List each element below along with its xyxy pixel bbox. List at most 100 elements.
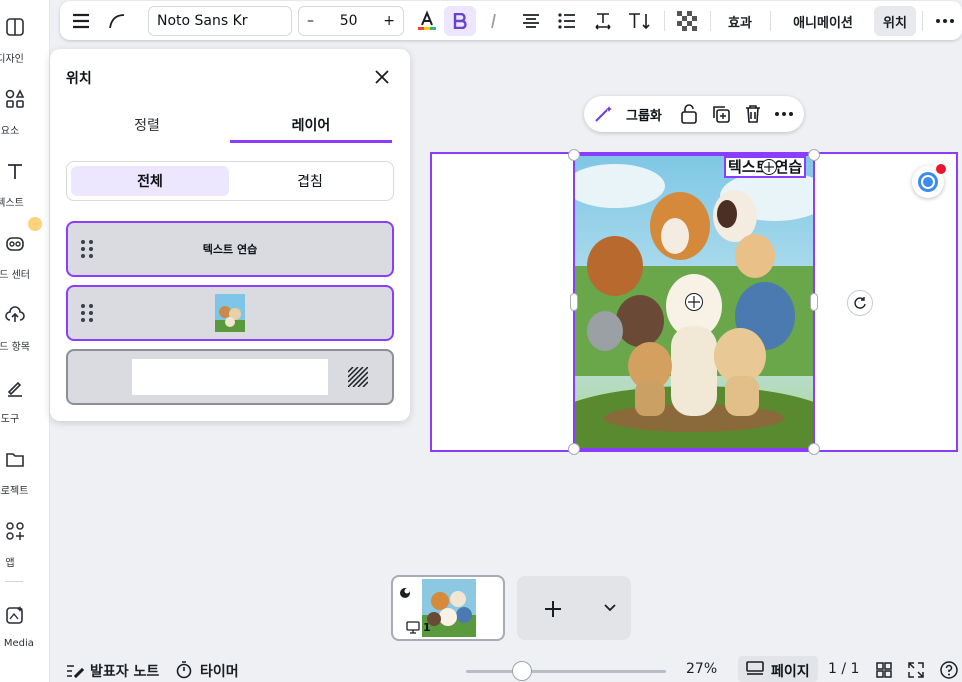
page-thumbnail[interactable]: 1 [391,575,505,641]
effects-button[interactable]: 효과 [718,6,762,36]
move-icon[interactable] [685,293,703,311]
text-color-button[interactable] [412,6,442,36]
list-icon [558,13,575,29]
page-view-button[interactable]: 페이지 [738,656,818,682]
close-icon[interactable] [372,67,392,87]
position-button[interactable]: 위치 [874,6,916,36]
sidebar-item-magic-media[interactable]: gic Media [0,605,50,669]
sidebar-item-draw[interactable]: 도구 [0,377,50,441]
timer-icon [176,661,192,679]
brand-icon [6,237,24,251]
toolbar-divider [922,11,923,31]
duplicate-icon[interactable] [711,104,731,124]
fullscreen-icon[interactable] [908,662,924,678]
increase-font-button[interactable]: + [383,13,395,29]
page-view-label: 페이지 [771,664,810,680]
unlock-icon[interactable] [680,104,698,124]
animation-indicator-icon [400,588,410,598]
tab-layers[interactable]: 레이어 [230,115,392,143]
zoom-slider-handle[interactable] [512,661,532,681]
toolbar-divider [710,11,711,31]
zoom-slider[interactable] [466,670,666,673]
list-button[interactable] [552,6,582,36]
magic-media-icon [6,606,23,624]
elements-icon [5,89,25,108]
bold-button[interactable] [444,6,476,36]
tab-arrange[interactable]: 정렬 [66,115,228,143]
letter-spacing-button[interactable] [588,6,618,36]
apps-icon [6,522,24,540]
page-count: 1 / 1 [828,661,860,677]
align-center-icon [523,14,539,28]
folder-icon [6,453,24,467]
group-button[interactable]: 그룹화 [626,105,662,124]
resize-handle-se[interactable] [808,443,820,455]
assistant-icon [918,172,938,192]
sidebar-item-design[interactable]: 디자인 [0,17,50,81]
italic-button[interactable] [480,6,508,36]
page-grid-icon [746,661,764,675]
decrease-font-button[interactable]: – [307,13,314,29]
timer-label: 타이머 [200,664,239,680]
rotate-icon [854,297,866,309]
add-page-button[interactable] [517,576,631,640]
sidebar-item-brand[interactable]: 랜드 센터 [0,233,50,297]
draw-icon [7,381,22,397]
more-icon[interactable] [775,112,793,116]
layer-filter-toggle: 전체 겹침 [66,161,394,201]
left-sidebar: 디자인 요소 텍스트 랜드 센터 로드 항목 도구 프로젝트 앱 gic Med… [0,0,50,682]
resize-handle-sw[interactable] [568,443,580,455]
trash-icon[interactable] [744,104,762,124]
sidebar-item-elements[interactable]: 요소 [0,89,50,153]
notification-dot [936,164,946,174]
filter-overlap-button[interactable]: 겹침 [231,166,389,196]
notes-button[interactable]: 발표자 노트 [90,661,159,681]
more-options-button[interactable] [930,6,960,36]
sidebar-item-apps[interactable]: 앱 [0,521,50,585]
font-family-value: Noto Sans Kr [157,13,248,29]
notes-icon [67,665,84,679]
magic-wand-icon[interactable] [594,105,614,123]
crown-icon [28,217,42,231]
move-icon[interactable] [761,159,777,175]
font-size-value[interactable]: 50 [340,13,358,29]
help-icon[interactable] [940,661,958,679]
menu-button[interactable] [68,6,94,36]
sidebar-item-text[interactable]: 텍스트 [0,161,50,225]
drag-handle-icon[interactable] [80,303,94,323]
text-direction-button[interactable] [624,6,654,36]
notes-label: 발표자 노트 [90,664,160,680]
layer-item-text[interactable]: 텍스트 연습 [66,221,394,277]
chevron-down-icon[interactable] [604,604,616,612]
grid-view-icon[interactable] [876,662,892,678]
canva-assistant-button[interactable] [912,164,946,198]
layer-item-image[interactable] [66,285,394,341]
timer-button[interactable]: 타이머 [200,661,239,681]
resize-handle-e[interactable] [810,293,818,311]
animate-button[interactable]: 애니메이션 [776,6,870,36]
font-size-stepper[interactable]: – 50 + [298,6,404,36]
plus-icon [545,601,561,617]
spacing-icon [595,13,611,30]
page-number: 1 [423,621,431,634]
layer-item-background[interactable] [66,349,394,405]
resize-handle-w[interactable] [570,293,578,311]
element-action-bar: 그룹화 [584,96,804,132]
sidebar-item-label: 프로젝트 [0,486,29,497]
transparency-button[interactable] [672,6,702,36]
zoom-value[interactable]: 27% [686,661,717,677]
sidebar-item-projects[interactable]: 프로젝트 [0,449,50,513]
toolbar-divider [770,11,771,31]
resize-handle-ne[interactable] [808,149,820,161]
curve-text-button[interactable] [104,6,130,36]
panel-title: 위치 [66,71,92,87]
sidebar-item-uploads[interactable]: 로드 항목 [0,305,50,369]
font-family-select[interactable]: Noto Sans Kr [148,6,292,36]
align-button[interactable] [516,6,546,36]
editor-footer: 발표자 노트 타이머 27% 페이지 1 / 1 [50,656,962,682]
layer-image-thumbnail [215,294,245,332]
filter-all-button[interactable]: 전체 [71,166,229,196]
text-icon [8,164,22,179]
resize-handle-nw[interactable] [568,149,580,161]
rotate-handle[interactable] [847,290,873,316]
